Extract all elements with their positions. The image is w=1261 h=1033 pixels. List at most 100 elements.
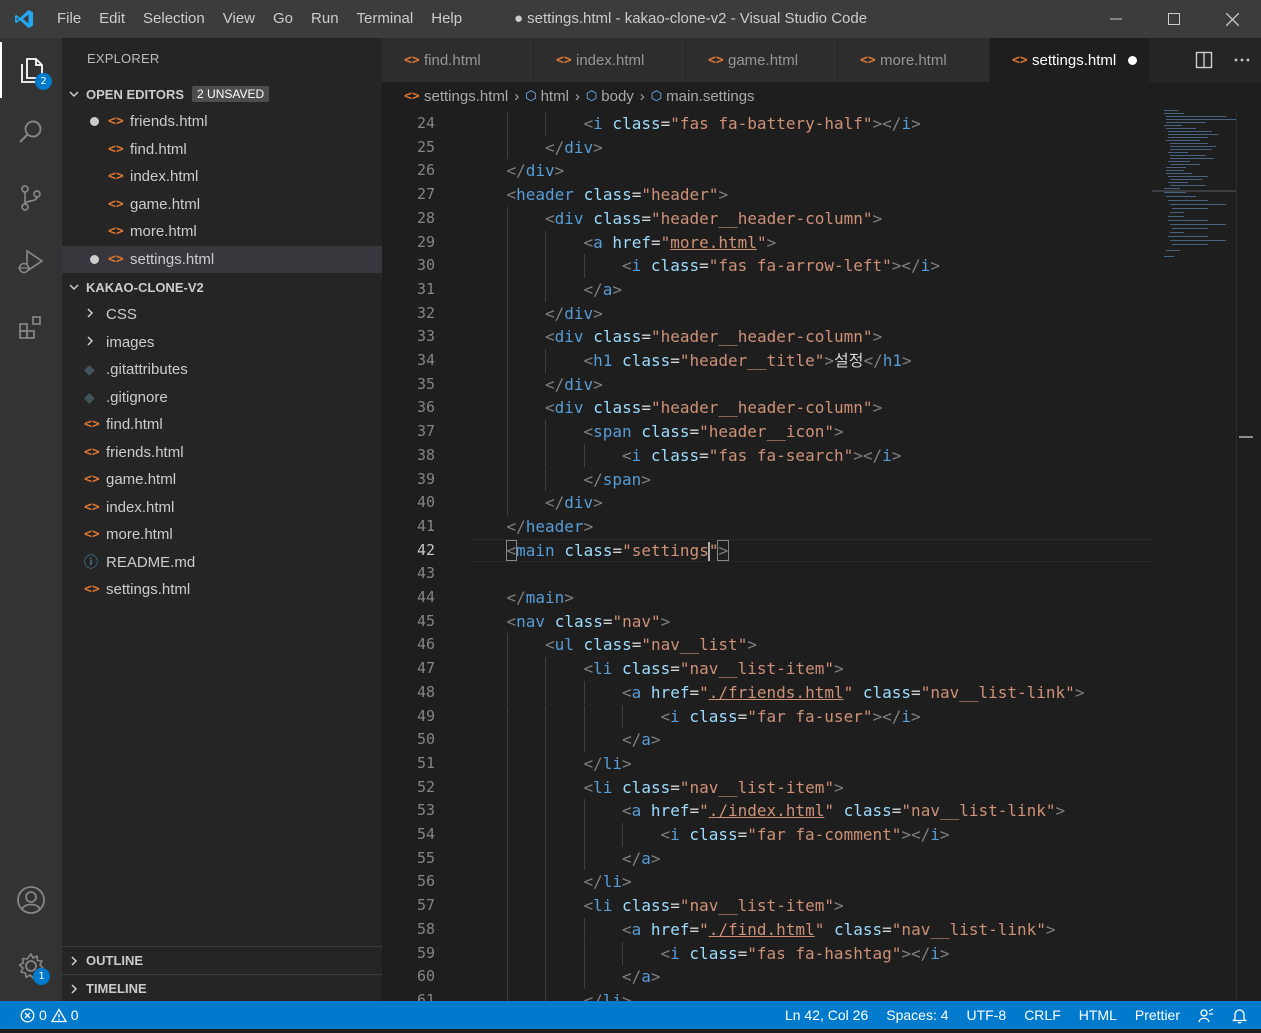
file-item[interactable]: ◆ .gitattributes bbox=[62, 356, 382, 384]
open-editor-item[interactable]: <> index.html bbox=[62, 163, 382, 191]
code-token: div bbox=[554, 327, 584, 347]
menu-view[interactable]: View bbox=[214, 0, 264, 38]
feedback-button[interactable] bbox=[1189, 1001, 1223, 1029]
file-label: images bbox=[106, 333, 155, 351]
language-mode[interactable]: HTML bbox=[1070, 1001, 1126, 1029]
tab-settings-html[interactable]: <> settings.html bbox=[990, 38, 1150, 82]
cursor-position[interactable]: Ln 42, Col 26 bbox=[776, 1001, 877, 1029]
explorer-sidebar: EXPLORER OPEN EDITORS 2 UNSAVED <> friend… bbox=[62, 38, 382, 1001]
end-of-line[interactable]: CRLF bbox=[1015, 1001, 1070, 1029]
run-debug-activity[interactable] bbox=[0, 234, 62, 290]
code-token: href bbox=[650, 919, 690, 939]
encoding[interactable]: UTF-8 bbox=[958, 1001, 1016, 1029]
indentation[interactable]: Spaces: 4 bbox=[877, 1001, 957, 1029]
code-token: "nav__list-item" bbox=[679, 896, 834, 916]
timeline-section-header[interactable]: TIMELINE bbox=[62, 974, 382, 1002]
breadcrumb-main-settings[interactable]: main.settings bbox=[666, 88, 754, 105]
code-token: class bbox=[622, 351, 671, 370]
code-text: </div> bbox=[507, 159, 565, 183]
tab-more-html[interactable]: <> more.html bbox=[838, 38, 990, 82]
line-number: 59 bbox=[416, 943, 435, 962]
code-token: " bbox=[814, 919, 825, 939]
extensions-activity[interactable] bbox=[0, 300, 62, 356]
code-token: class bbox=[689, 706, 738, 726]
code-token: </ bbox=[583, 753, 603, 773]
outline-section-header[interactable]: OUTLINE bbox=[62, 946, 382, 974]
split-editor-button[interactable] bbox=[1185, 38, 1223, 82]
menu-file[interactable]: File bbox=[48, 0, 90, 38]
symbol-element-icon: ⬡ bbox=[585, 88, 598, 103]
line-number: 46 bbox=[416, 635, 435, 654]
accounts-activity[interactable] bbox=[0, 872, 62, 928]
manage-activity[interactable]: 1 bbox=[0, 938, 62, 994]
menu-terminal[interactable]: Terminal bbox=[348, 0, 423, 38]
open-editor-item[interactable]: <> find.html bbox=[62, 136, 382, 164]
code-token: < bbox=[622, 919, 632, 939]
close-window-button[interactable] bbox=[1203, 0, 1261, 38]
code-token: "fas fa-hashtag" bbox=[747, 943, 902, 963]
explorer-activity[interactable]: 2 bbox=[0, 42, 62, 98]
more-actions-button[interactable] bbox=[1223, 38, 1261, 82]
folder-item[interactable]: CSS bbox=[62, 301, 382, 329]
source-control-activity[interactable] bbox=[0, 170, 62, 226]
line-number: 52 bbox=[416, 777, 435, 796]
file-item[interactable]: <> game.html bbox=[62, 466, 382, 494]
code-token: ></ bbox=[872, 706, 902, 726]
problems-indicator[interactable]: 0 0 bbox=[0, 1007, 79, 1023]
indent-guide bbox=[506, 633, 508, 658]
indent-guide bbox=[506, 396, 508, 421]
tab-find-html[interactable]: <> find.html bbox=[382, 38, 534, 82]
breadcrumb-html[interactable]: html bbox=[541, 88, 569, 105]
file-item[interactable]: <> friends.html bbox=[62, 439, 382, 467]
menu-selection[interactable]: Selection bbox=[134, 0, 214, 38]
notifications-button[interactable] bbox=[1223, 1001, 1261, 1029]
open-editors-header[interactable]: OPEN EDITORS 2 UNSAVED bbox=[62, 80, 382, 108]
project-folder-label: KAKAO-CLONE-V2 bbox=[86, 279, 204, 295]
folder-item[interactable]: images bbox=[62, 329, 382, 357]
account-icon bbox=[17, 886, 45, 914]
project-folder-header[interactable]: KAKAO-CLONE-V2 bbox=[62, 273, 382, 301]
file-item[interactable]: <> find.html bbox=[62, 411, 382, 439]
code-line: 59 <i class="fas fa-hashtag"></i> bbox=[382, 941, 1152, 966]
file-item[interactable]: <> more.html bbox=[62, 521, 382, 549]
code-text: </li> bbox=[584, 752, 632, 776]
open-editor-item[interactable]: <> settings.html bbox=[62, 245, 382, 273]
file-item[interactable]: ⓘ README.md bbox=[62, 549, 382, 577]
open-editor-item[interactable]: <> game.html bbox=[62, 191, 382, 219]
code-editor[interactable]: 24 <i class="fas fa-battery-half"></i> 25 <… bbox=[382, 110, 1152, 1001]
maximize-button[interactable] bbox=[1145, 0, 1203, 38]
file-item[interactable]: <> index.html bbox=[62, 494, 382, 522]
code-text: <i class="fas fa-battery-half"></i> bbox=[584, 112, 921, 136]
minimize-button[interactable] bbox=[1087, 0, 1145, 38]
formatter[interactable]: Prettier bbox=[1126, 1001, 1189, 1029]
tab-index-html[interactable]: <> index.html bbox=[534, 38, 686, 82]
file-label: more.html bbox=[106, 526, 173, 544]
breadcrumb-body[interactable]: body bbox=[601, 88, 634, 105]
code-text: </a> bbox=[622, 728, 661, 752]
open-editor-item[interactable]: <> more.html bbox=[62, 218, 382, 246]
indent-guide bbox=[506, 988, 508, 1001]
menu-edit[interactable]: Edit bbox=[90, 0, 134, 38]
code-token: </ bbox=[583, 279, 603, 299]
search-activity[interactable] bbox=[0, 104, 62, 160]
editor-scrollbar[interactable] bbox=[1236, 110, 1253, 1001]
unsaved-dot-icon[interactable] bbox=[1128, 55, 1138, 65]
file-item[interactable]: <> settings.html bbox=[62, 576, 382, 604]
menu-go[interactable]: Go bbox=[264, 0, 302, 38]
code-token: < bbox=[545, 635, 555, 655]
menu-run[interactable]: Run bbox=[302, 0, 348, 38]
code-token: > bbox=[717, 539, 730, 561]
code-token: > bbox=[612, 279, 623, 299]
code-token: "far fa-comment" bbox=[747, 825, 902, 844]
tab-game-html[interactable]: <> game.html bbox=[686, 38, 838, 82]
minimap[interactable] bbox=[1152, 110, 1242, 1001]
file-item[interactable]: ◆ .gitignore bbox=[62, 384, 382, 412]
indent-guide bbox=[506, 277, 508, 302]
code-token: 설정 bbox=[834, 351, 864, 370]
menu-help[interactable]: Help bbox=[422, 0, 471, 38]
code-token: " bbox=[756, 232, 767, 252]
breadcrumb-file[interactable]: settings.html bbox=[424, 88, 508, 105]
code-token: > bbox=[766, 232, 777, 252]
open-editor-item[interactable]: <> friends.html bbox=[62, 108, 382, 136]
